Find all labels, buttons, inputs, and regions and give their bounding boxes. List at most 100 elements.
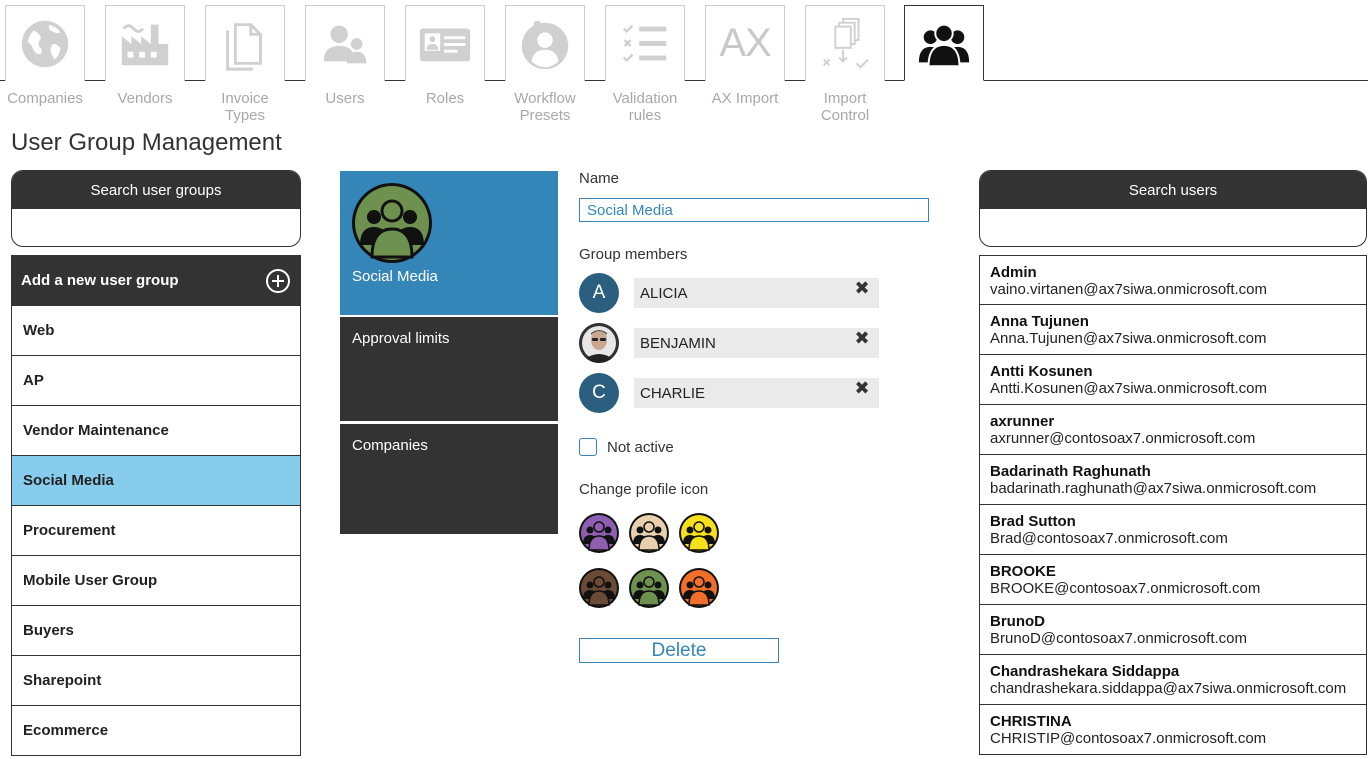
nav-tile	[205, 5, 285, 81]
nav-tile	[904, 5, 984, 81]
nav-tile	[805, 5, 885, 81]
add-user-group-label: Add a new user group	[21, 272, 179, 289]
nav-label: Invoice Types	[221, 90, 269, 124]
users-icon	[323, 25, 367, 63]
globe-icon	[21, 20, 69, 67]
user-group-list: Add a new user group Web AP Vendor Maint…	[11, 255, 301, 756]
user-list-item[interactable]: Anna Tujunen Anna.Tujunen@ax7siwa.onmicr…	[979, 305, 1367, 355]
group-item-ecommerce[interactable]: Ecommerce	[11, 706, 301, 756]
approval-limits-card[interactable]: Approval limits	[340, 317, 558, 421]
nav-label: AX Import	[711, 90, 779, 107]
group-item-procurement[interactable]: Procurement	[11, 506, 301, 556]
profile-icon-option[interactable]	[579, 568, 619, 608]
search-users-label: Search users	[980, 171, 1366, 209]
nav-item-users[interactable]: Users	[305, 5, 385, 107]
user-list-item[interactable]: Antti Kosunen Antti.Kosunen@ax7siwa.onmi…	[979, 355, 1367, 405]
remove-member-button[interactable]: ✖	[853, 278, 871, 298]
ax-icon: AX	[719, 21, 771, 65]
nav-item-import-control[interactable]: Import Control	[805, 5, 885, 124]
group-name-input[interactable]	[579, 198, 929, 222]
group-avatar-icon	[352, 183, 432, 263]
profile-icon-option[interactable]	[679, 513, 719, 553]
profile-icon-option[interactable]	[629, 513, 669, 553]
change-profile-icon-label: Change profile icon	[579, 481, 709, 498]
nav-tile	[105, 5, 185, 81]
name-label: Name	[579, 170, 620, 187]
user-name: Badarinath Raghunath	[990, 463, 1151, 480]
nav-item-roles[interactable]: Roles	[405, 5, 485, 107]
group-profile-card[interactable]: Social Media	[340, 171, 558, 315]
group-members-label: Group members	[579, 246, 688, 263]
nav-item-vendors[interactable]: Vendors	[105, 5, 185, 107]
search-user-groups-label: Search user groups	[12, 171, 300, 209]
page-title: User Group Management	[11, 129, 282, 156]
user-email: CHRISTIP@contosoax7.onmicrosoft.com	[990, 730, 1267, 747]
group-item-ap[interactable]: AP	[11, 356, 301, 406]
user-list-item[interactable]: Chandrashekara Siddappa chandrashekara.s…	[979, 655, 1367, 705]
user-name: Chandrashekara Siddappa	[990, 663, 1180, 680]
nav-item-workflow-presets[interactable]: Workflow Presets	[505, 5, 585, 124]
user-email: badarinath.raghunath@ax7siwa.onmicrosoft…	[990, 480, 1317, 497]
search-user-groups-input[interactable]	[12, 209, 300, 246]
companies-card[interactable]: Companies	[340, 424, 558, 534]
import-control-icon	[823, 17, 869, 69]
group-member-row: A ALICIA ✖	[579, 273, 879, 313]
user-name: Antti Kosunen	[990, 363, 1093, 380]
nav-item-user-groups[interactable]	[904, 5, 984, 81]
user-name: Admin	[990, 264, 1037, 281]
user-list-item[interactable]: axrunner axrunner@contosoax7.onmicrosoft…	[979, 405, 1367, 455]
member-pill: BENJAMIN	[634, 328, 879, 358]
user-name: Anna Tujunen	[990, 313, 1089, 330]
delete-button[interactable]: Delete	[579, 638, 779, 663]
id-card-icon	[419, 28, 471, 61]
user-email: BrunoD@contosoax7.onmicrosoft.com	[990, 630, 1248, 647]
approval-limits-label: Approval limits	[352, 330, 450, 347]
nav-item-validation-rules[interactable]: Validation rules	[605, 5, 685, 124]
group-item-buyers[interactable]: Buyers	[11, 606, 301, 656]
nav-item-companies[interactable]: Companies	[5, 5, 85, 107]
user-email: Anna.Tujunen@ax7siwa.onmicrosoft.com	[990, 330, 1267, 347]
user-email: Brad@contosoax7.onmicrosoft.com	[990, 530, 1228, 547]
nav-tile	[5, 5, 85, 81]
user-group-icon	[918, 23, 970, 68]
user-list-item[interactable]: Badarinath Raghunath badarinath.raghunat…	[979, 455, 1367, 505]
user-name: CHRISTINA	[990, 713, 1072, 730]
nav-label: Roles	[425, 90, 465, 107]
nav-tile: AX	[705, 5, 785, 81]
user-list: Admin vaino.virtanen@ax7siwa.onmicrosoft…	[979, 255, 1367, 755]
user-list-item[interactable]: Admin vaino.virtanen@ax7siwa.onmicrosoft…	[979, 255, 1367, 305]
profile-icon-option[interactable]	[579, 513, 619, 553]
user-name: BROOKE	[990, 563, 1056, 580]
group-item-vendor-maintenance[interactable]: Vendor Maintenance	[11, 406, 301, 456]
user-list-item[interactable]: Brad Sutton Brad@contosoax7.onmicrosoft.…	[979, 505, 1367, 555]
user-list-item[interactable]: CHRISTINA CHRISTIP@contosoax7.onmicrosof…	[979, 705, 1367, 755]
nav-label: Companies	[7, 90, 83, 107]
nav-label: Workflow Presets	[514, 90, 576, 124]
search-users-input[interactable]	[980, 209, 1366, 246]
user-email: Antti.Kosunen@ax7siwa.onmicrosoft.com	[990, 380, 1268, 397]
nav-item-ax-import[interactable]: AX AX Import	[705, 5, 785, 107]
group-item-sharepoint[interactable]: Sharepoint	[11, 656, 301, 706]
not-active-checkbox[interactable]	[579, 438, 597, 456]
remove-member-button[interactable]: ✖	[853, 328, 871, 348]
user-email: BROOKE@contosoax7.onmicrosoft.com	[990, 580, 1261, 597]
nav-label: Vendors	[117, 90, 173, 107]
user-email: chandrashekara.siddappa@ax7siwa.onmicros…	[990, 680, 1347, 697]
user-email: vaino.virtanen@ax7siwa.onmicrosoft.com	[990, 281, 1268, 298]
profile-icon-option[interactable]	[679, 568, 719, 608]
member-name: ALICIA	[640, 284, 688, 302]
not-active-row: Not active	[579, 438, 674, 456]
nav-label: Users	[325, 90, 365, 107]
search-user-groups-panel: Search user groups	[11, 170, 301, 247]
nav-label: Validation rules	[612, 90, 678, 124]
group-item-social-media[interactable]: Social Media	[11, 456, 301, 506]
group-item-web[interactable]: Web	[11, 306, 301, 356]
factory-icon	[121, 23, 169, 65]
user-list-item[interactable]: BROOKE BROOKE@contosoax7.onmicrosoft.com	[979, 555, 1367, 605]
nav-item-invoice-types[interactable]: Invoice Types	[205, 5, 285, 124]
remove-member-button[interactable]: ✖	[853, 378, 871, 398]
user-list-item[interactable]: BrunoD BrunoD@contosoax7.onmicrosoft.com	[979, 605, 1367, 655]
group-item-mobile-user-group[interactable]: Mobile User Group	[11, 556, 301, 606]
profile-icon-option[interactable]	[629, 568, 669, 608]
add-user-group-button[interactable]: Add a new user group	[11, 255, 301, 306]
